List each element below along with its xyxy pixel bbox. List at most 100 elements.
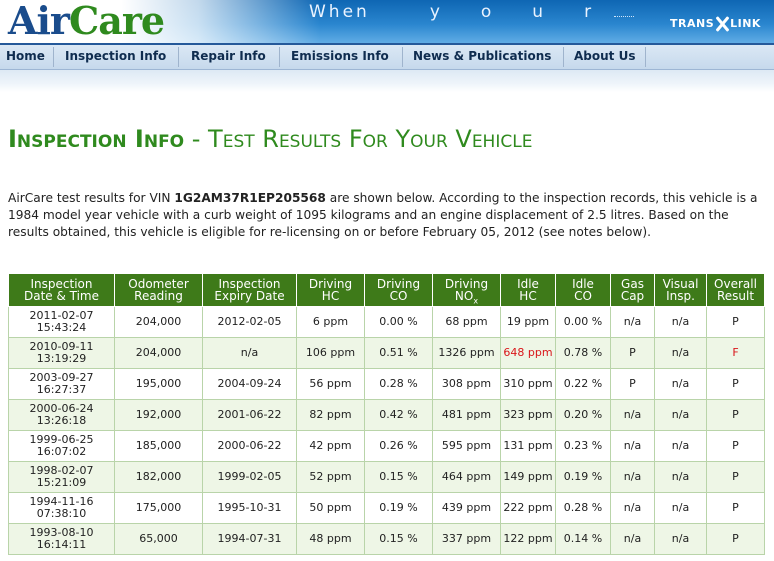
cell-gas-cap: P <box>610 337 655 369</box>
cell-expiry: 2000-06-22 <box>202 430 297 462</box>
cell-overall: P <box>706 368 765 400</box>
cell-visual: n/a <box>654 492 707 524</box>
cell-driving-hc: 82 ppm <box>296 399 365 431</box>
cell-idle-co: 0.23 % <box>555 430 611 462</box>
cell-odometer: 192,000 <box>114 399 203 431</box>
main-nav: Home Inspection Info Repair Info Emissio… <box>0 43 774 70</box>
col-odometer: Odometer Reading <box>114 273 203 307</box>
cell-visual: n/a <box>654 399 707 431</box>
cell-date-time: 2003-09-27 16:27:37 <box>8 368 115 400</box>
nav-inspection-info[interactable]: Inspection Info <box>65 45 166 69</box>
col-driving-hc: Driving HC <box>296 273 365 307</box>
nav-home[interactable]: Home <box>6 45 45 69</box>
table-row: 1998-02-07 15:21:09 182,000 1999-02-05 52 pp… <box>8 461 765 493</box>
nav-news-publications[interactable]: News & Publications <box>413 45 551 69</box>
cell-driving-hc: 52 ppm <box>296 461 365 493</box>
cell-idle-co: 0.28 % <box>555 492 611 524</box>
cell-idle-hc: 310 ppm <box>500 368 556 400</box>
cell-visual: n/a <box>654 306 707 338</box>
translink-logo[interactable]: TRANS LINK <box>670 16 761 32</box>
col-driving-nox: Driving NOx <box>432 273 501 307</box>
cell-overall: P <box>706 430 765 462</box>
cell-expiry: 1999-02-05 <box>202 461 297 493</box>
cell-overall: P <box>706 461 765 493</box>
cell-driving-nox: 481 ppm <box>432 399 501 431</box>
cell-date-time: 1999-06-25 16:07:02 <box>8 430 115 462</box>
cell-driving-co: 0.00 % <box>364 306 433 338</box>
cell-driving-hc: 6 ppm <box>296 306 365 338</box>
cell-expiry: 2012-02-05 <box>202 306 297 338</box>
nav-repair-info[interactable]: Repair Info <box>191 45 266 69</box>
cell-visual: n/a <box>654 461 707 493</box>
intro-text: AirCare test results for VIN 1G2AM37R1EP… <box>8 191 758 239</box>
cell-driving-nox: 308 ppm <box>432 368 501 400</box>
cell-idle-hc: 122 ppm <box>500 523 556 555</box>
cell-odometer: 185,000 <box>114 430 203 462</box>
cell-driving-co: 0.15 % <box>364 523 433 555</box>
cell-driving-nox: 1326 ppm <box>432 337 501 369</box>
cell-driving-nox: 337 ppm <box>432 523 501 555</box>
cell-driving-nox: 68 ppm <box>432 306 501 338</box>
col-idle-hc: Idle HC <box>500 273 556 307</box>
cell-visual: n/a <box>654 523 707 555</box>
cell-odometer: 204,000 <box>114 337 203 369</box>
cell-date-time: 1993-08-10 16:14:11 <box>8 523 115 555</box>
cell-date-time: 2000-06-24 13:26:18 <box>8 399 115 431</box>
table-row: 1994-11-16 07:38:10 175,000 1995-10-31 50 pp… <box>8 492 765 524</box>
cell-expiry: 2004-09-24 <box>202 368 297 400</box>
col-overall-result: Overall Result <box>706 273 765 307</box>
cell-idle-hc: 19 ppm <box>500 306 556 338</box>
cell-gas-cap: n/a <box>610 492 655 524</box>
nav-emissions-info[interactable]: Emissions Info <box>291 45 389 69</box>
cell-expiry: 1994-07-31 <box>202 523 297 555</box>
nav-divider <box>402 47 403 67</box>
cell-driving-co: 0.19 % <box>364 492 433 524</box>
nav-divider <box>53 47 54 67</box>
cell-expiry: n/a <box>202 337 297 369</box>
cell-gas-cap: n/a <box>610 430 655 462</box>
col-driving-co: Driving CO <box>364 273 433 307</box>
nav-divider <box>178 47 179 67</box>
site-header: AirCare When y o u r TRANS LINK <box>0 0 774 44</box>
cell-gas-cap: P <box>610 368 655 400</box>
cell-driving-hc: 56 ppm <box>296 368 365 400</box>
cell-driving-nox: 595 ppm <box>432 430 501 462</box>
cell-overall: F <box>706 337 765 369</box>
cell-idle-co: 0.00 % <box>555 306 611 338</box>
nav-divider <box>645 47 646 67</box>
page-title: Inspection Info - Test Results For Your … <box>8 125 533 153</box>
cell-driving-co: 0.15 % <box>364 461 433 493</box>
col-idle-co: Idle CO <box>555 273 611 307</box>
cell-idle-co: 0.20 % <box>555 399 611 431</box>
col-visual-insp: Visual Insp. <box>654 273 707 307</box>
cell-visual: n/a <box>654 430 707 462</box>
cell-driving-nox: 439 ppm <box>432 492 501 524</box>
results-body: 2011-02-07 15:43:24 204,000 2012-02-05 6 ppm… <box>8 306 765 555</box>
cell-driving-hc: 50 ppm <box>296 492 365 524</box>
nav-about-us[interactable]: About Us <box>574 45 635 69</box>
results-table: Inspection Date & Time Odometer Reading In… <box>8 273 765 555</box>
decorative-band <box>0 70 774 92</box>
tagline: When y o u r <box>309 2 635 22</box>
cell-driving-co: 0.51 % <box>364 337 433 369</box>
table-row: 1999-06-25 16:07:02 185,000 2000-06-22 42 pp… <box>8 430 765 462</box>
squiggle-icon <box>614 7 635 17</box>
cell-idle-hc: 131 ppm <box>500 430 556 462</box>
cell-visual: n/a <box>654 368 707 400</box>
cell-overall: P <box>706 523 765 555</box>
cell-overall: P <box>706 306 765 338</box>
col-inspection-date: Inspection Date & Time <box>8 273 115 307</box>
cell-expiry: 2001-06-22 <box>202 399 297 431</box>
cell-idle-hc: 323 ppm <box>500 399 556 431</box>
table-header-row: Inspection Date & Time Odometer Reading In… <box>8 273 765 307</box>
aircare-logo[interactable]: AirCare <box>8 0 165 44</box>
cell-idle-co: 0.14 % <box>555 523 611 555</box>
cell-odometer: 65,000 <box>114 523 203 555</box>
cell-idle-co: 0.22 % <box>555 368 611 400</box>
cell-gas-cap: n/a <box>610 523 655 555</box>
cell-idle-hc: 149 ppm <box>500 461 556 493</box>
nav-divider <box>563 47 564 67</box>
cell-idle-co: 0.78 % <box>555 337 611 369</box>
cell-date-time: 1994-11-16 07:38:10 <box>8 492 115 524</box>
table-row: 2010-09-11 13:19:29 204,000 n/a 106 ppm 0.51 … <box>8 337 765 369</box>
